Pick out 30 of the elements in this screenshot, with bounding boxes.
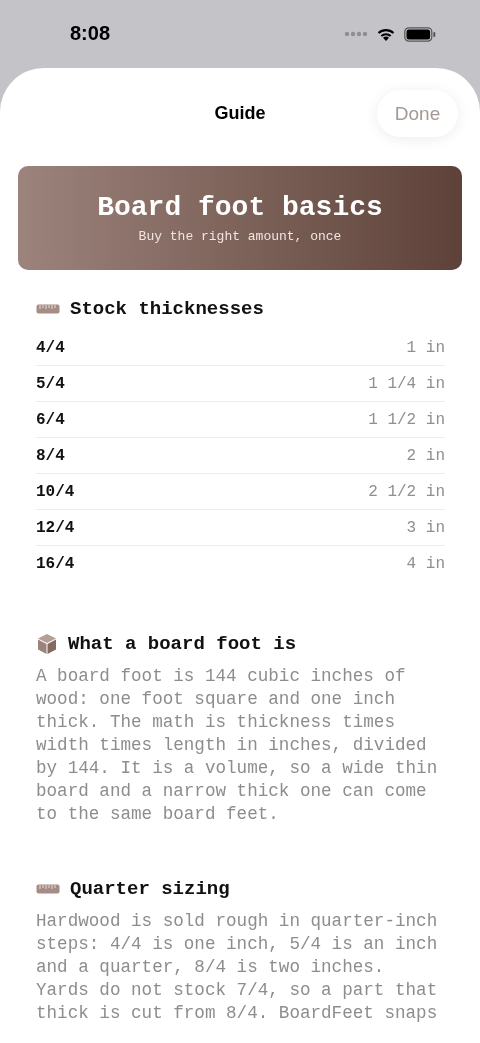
thickness-label: 6/4 [36,410,65,429]
section-heading: Stock thicknesses [70,298,264,320]
thickness-label: 10/4 [36,482,75,501]
signal-icon [344,31,368,37]
banner-subtitle: Buy the right amount, once [138,229,342,244]
thickness-label: 8/4 [36,446,65,465]
thickness-label: 12/4 [36,518,75,537]
status-time: 8:08 [70,21,111,45]
ruler-icon [36,884,60,894]
banner-title: Board foot basics [97,192,383,223]
thickness-value: 4 in [406,554,445,573]
section-heading: What a board foot is [68,633,297,655]
thickness-value: 1 in [406,338,445,357]
wifi-icon [376,26,396,42]
thickness-label: 5/4 [36,374,65,393]
thickness-value: 2 1/2 in [368,482,445,501]
thickness-value: 1 1/2 in [368,410,445,429]
section-paragraph: A board foot is 144 cubic inches of wood: one foot square and one inch thick. The math is thickness times width times length in inches, divided by 144. It is a volume, so a wide thin board and a narrow thick one can come to the same board feet. [36,665,439,826]
thickness-value: 2 in [406,446,445,465]
thickness-value: 1 1/4 in [368,374,445,393]
done-button[interactable]: Done [377,90,458,137]
section-heading: Quarter sizing [70,878,230,900]
sheet-title: Guide [214,102,266,124]
thickness-value: 3 in [406,518,445,537]
battery-icon [404,26,436,42]
cube-icon [36,633,58,655]
section-paragraph: Hardwood is sold rough in quarter-inch steps: 4/4 is one inch, 5/4 is an inch and a quarter, 8/4 is two inches. Yards do not stock 7/4, so a part that thick is cut from 8/4. BoardFeet snaps [36,910,439,1025]
thickness-label: 16/4 [36,554,75,573]
thickness-label: 4/4 [36,338,65,357]
ruler-icon [36,304,60,314]
